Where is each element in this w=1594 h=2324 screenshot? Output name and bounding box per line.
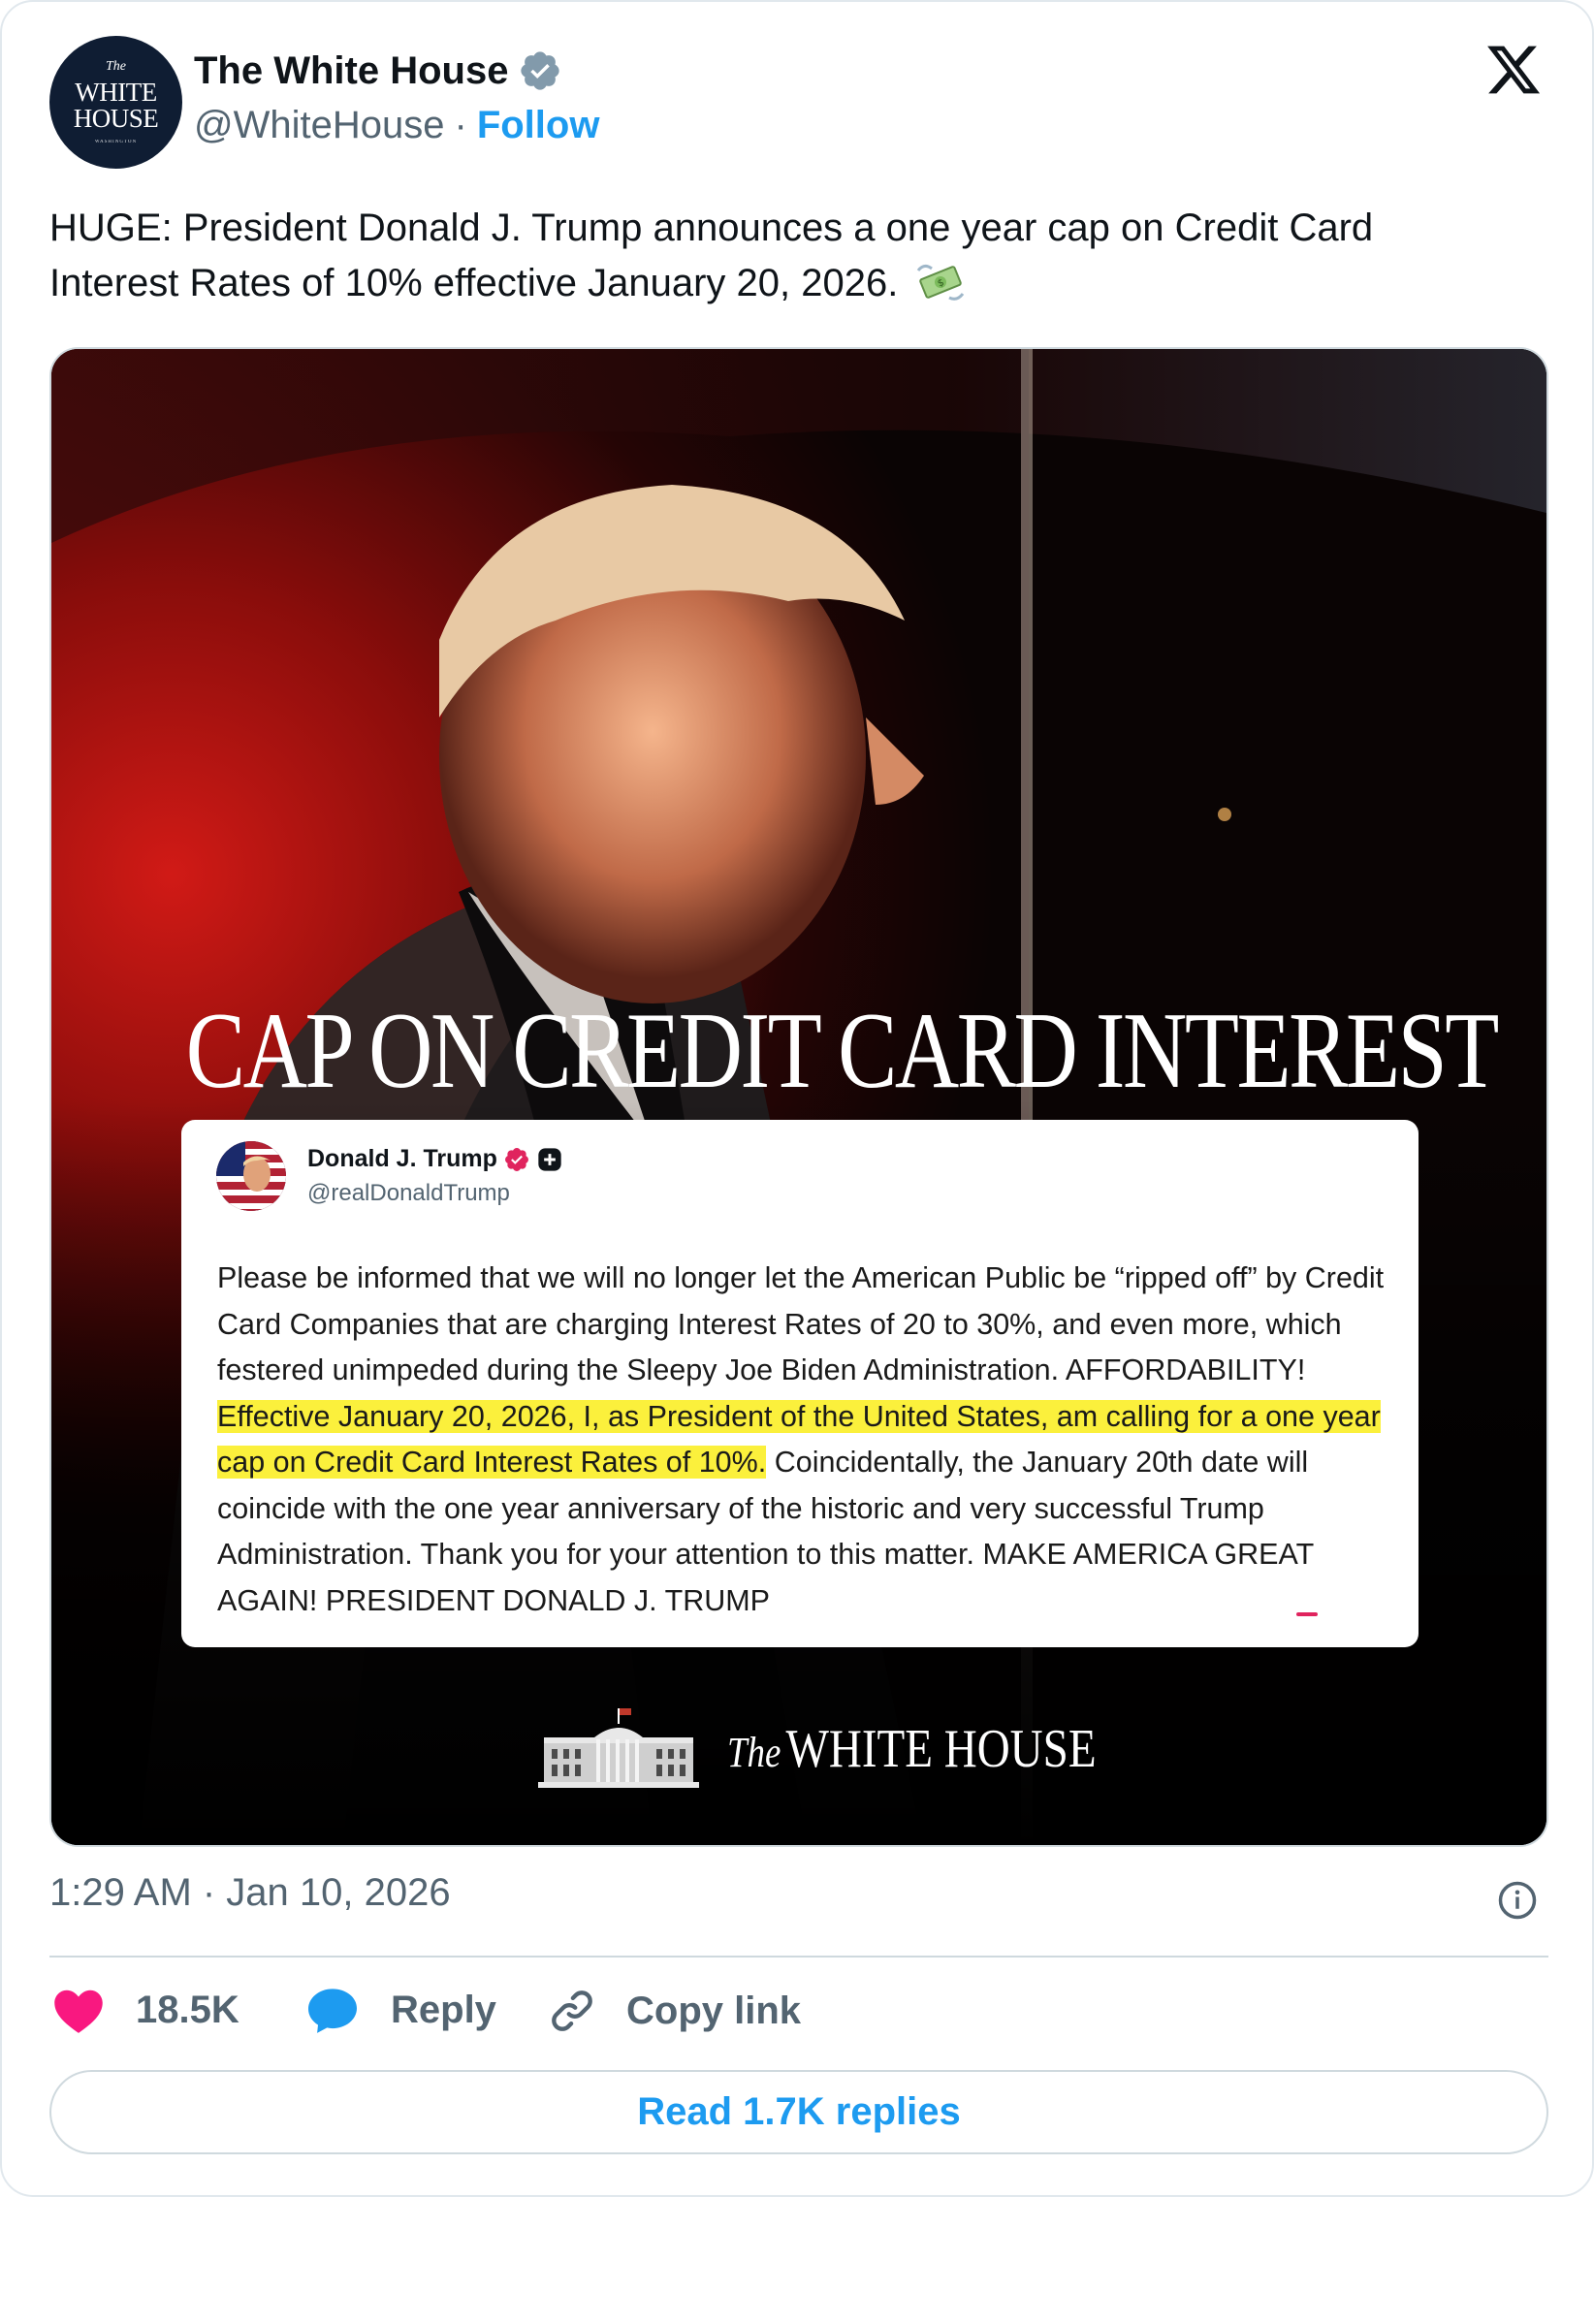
link-icon	[552, 1990, 592, 2031]
quoted-author-name: Donald J. Trump	[307, 1145, 497, 1172]
quoted-post-text: Please be informed that we will no longe…	[217, 1256, 1400, 1624]
x-logo-icon[interactable]	[1483, 41, 1544, 99]
divider	[49, 1956, 1548, 1958]
flag-portrait-icon	[216, 1141, 286, 1211]
post-text: HUGE: President Donald J. Trump announce…	[49, 201, 1504, 311]
wordmark-the: The	[727, 1729, 781, 1776]
post-text-body: HUGE: President Donald J. Trump announce…	[49, 207, 1374, 304]
white-house-building-icon	[538, 1708, 699, 1788]
separator-dot: ·	[454, 104, 467, 146]
avatar-text-line2: HOUSE	[73, 104, 159, 133]
author-display-name[interactable]: The White House	[194, 49, 508, 93]
embedded-post-card: The WHITE HOUSE WASHINGTON The White Hou…	[0, 0, 1594, 2197]
avatar-text-line1: WHITE	[75, 78, 157, 107]
quoted-author-handle: @realDonaldTrump	[307, 1180, 510, 1206]
avatar-text-the: The	[106, 59, 126, 74]
read-replies-button[interactable]: Read 1.7K replies	[49, 2070, 1548, 2154]
reply-button[interactable]: Reply	[305, 1986, 496, 2034]
post-timestamp[interactable]: 1:29 AM · Jan 10, 2026	[49, 1871, 451, 1915]
reply-bubble-icon	[308, 1989, 357, 2033]
white-house-wordmark: TheWHITE HOUSE	[727, 1718, 1097, 1780]
reply-label: Reply	[391, 1988, 496, 2031]
verified-badge-icon	[504, 1147, 528, 1171]
author-avatar[interactable]: The WHITE HOUSE WASHINGTON	[49, 36, 182, 169]
like-button[interactable]: 18.5K	[52, 1986, 239, 2034]
money-with-wings-icon: $	[917, 264, 965, 301]
like-count: 18.5K	[136, 1988, 239, 2031]
quoted-text-before: Please be informed that we will no longe…	[217, 1261, 1385, 1386]
verified-badge-icon	[521, 51, 560, 90]
author-handle[interactable]: @WhiteHouse	[194, 104, 444, 147]
wordmark-name: WHITE HOUSE	[785, 1719, 1097, 1779]
quoted-author-avatar	[216, 1141, 286, 1211]
copy-link-label: Copy link	[626, 1989, 802, 2032]
quoted-post-card: Donald J. Trump @realDonaldTrump Please …	[181, 1120, 1419, 1647]
avatar-text-sub: WASHINGTON	[94, 140, 138, 144]
author-name-row: The White House	[194, 48, 562, 93]
info-icon[interactable]	[1497, 1880, 1538, 1921]
post-media-image[interactable]: CAP ON CREDIT CARD INTEREST Donald J. Tr…	[49, 347, 1548, 1847]
follow-button[interactable]: Follow	[477, 104, 600, 147]
heart-icon	[54, 1990, 103, 2033]
copy-link-button[interactable]: Copy link	[547, 1986, 801, 2036]
media-headline: CAP ON CREDIT CARD INTEREST	[185, 991, 1500, 1111]
author-handle-row: @WhiteHouse · Follow	[194, 104, 599, 147]
quoted-author-name-row: Donald J. Trump	[307, 1145, 563, 1173]
quoted-post-mark	[1296, 1612, 1318, 1616]
plus-badge-icon	[538, 1147, 561, 1171]
